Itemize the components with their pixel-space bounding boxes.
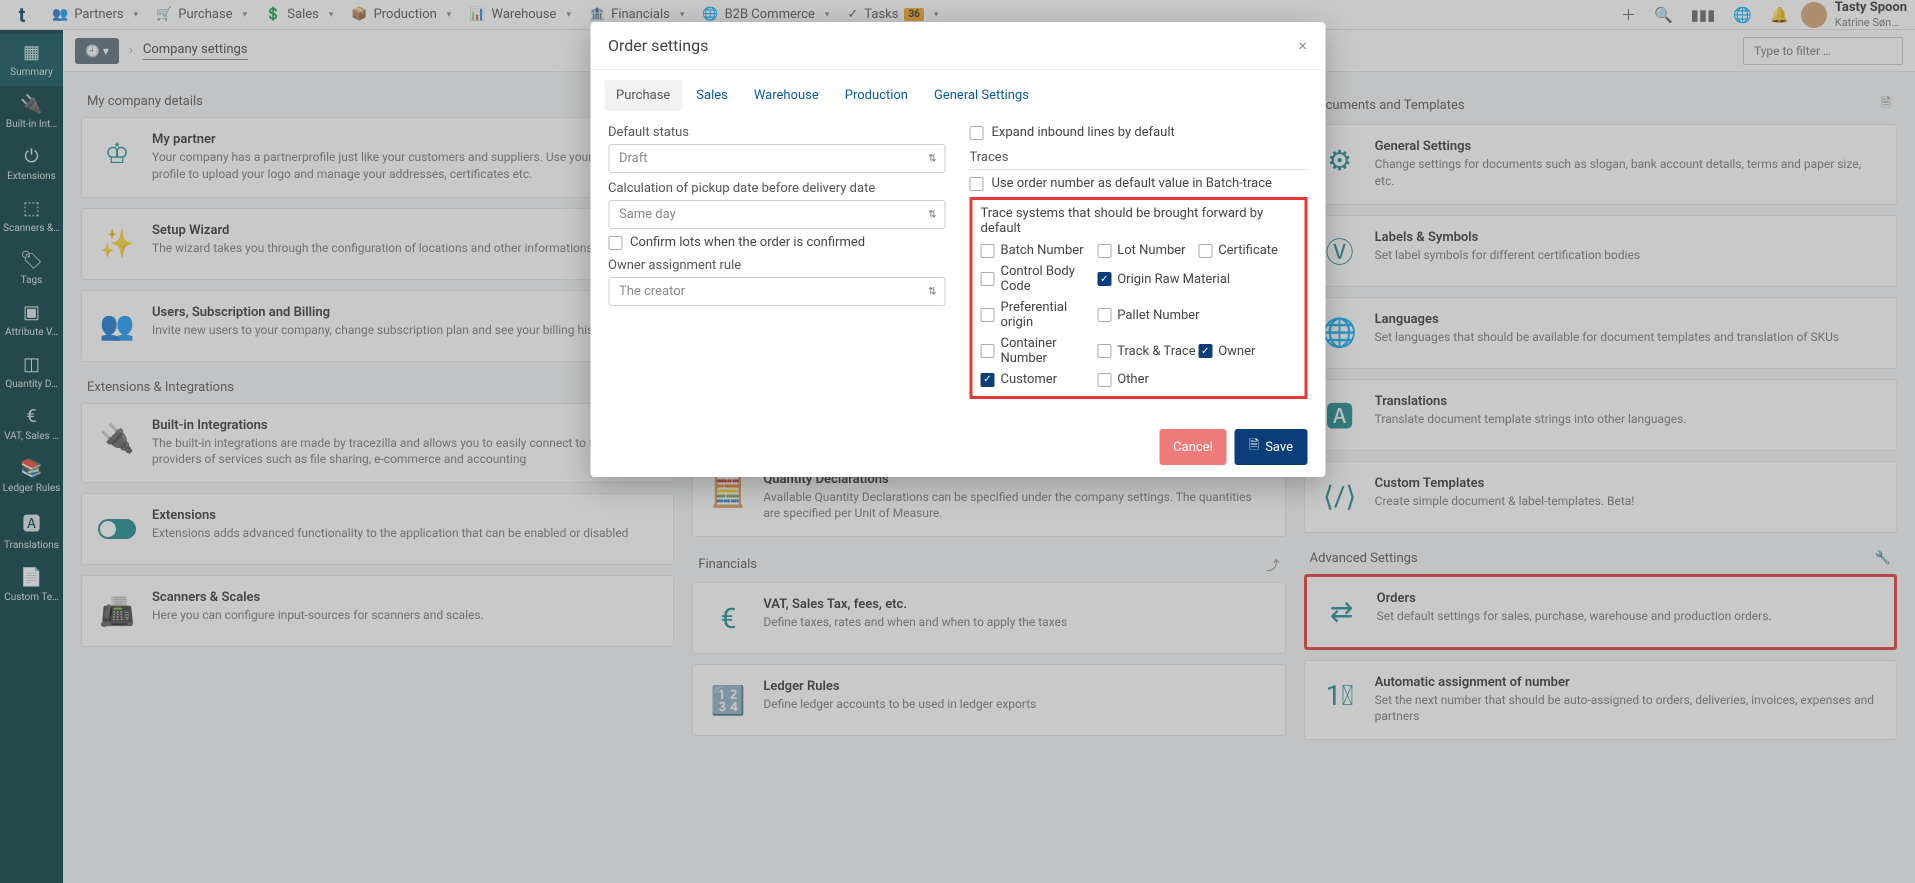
trace-checkbox-container-number[interactable]: Container Number bbox=[981, 336, 1098, 366]
trace-checkbox-customer[interactable]: ✓Customer bbox=[981, 372, 1098, 387]
trace-checkbox-owner[interactable]: ✓Owner bbox=[1198, 336, 1296, 366]
modal-tabs: Purchase Sales Warehouse Production Gene… bbox=[590, 70, 1325, 111]
cancel-button[interactable]: Cancel bbox=[1159, 429, 1227, 465]
modal-header: Order settings × bbox=[590, 22, 1325, 70]
trace-checkbox-control-body-code[interactable]: Control Body Code bbox=[981, 264, 1098, 294]
default-status-select[interactable]: Draft bbox=[608, 144, 946, 173]
tab-warehouse[interactable]: Warehouse bbox=[742, 80, 831, 111]
trace-forward-label: Trace systems that should be brought for… bbox=[981, 206, 1297, 236]
trace-checkbox-origin-raw-material[interactable]: ✓Origin Raw Material bbox=[1097, 264, 1296, 294]
owner-rule-label: Owner assignment rule bbox=[608, 258, 946, 273]
close-icon[interactable]: × bbox=[1298, 36, 1307, 55]
save-button[interactable]: 🗎 Save bbox=[1235, 429, 1307, 465]
calc-pickup-select[interactable]: Same day bbox=[608, 200, 946, 229]
tab-general[interactable]: General Settings bbox=[922, 80, 1041, 111]
trace-systems-box: Trace systems that should be brought for… bbox=[970, 197, 1308, 399]
trace-checkbox-preferential-origin[interactable]: Preferential origin bbox=[981, 300, 1098, 330]
expand-inbound-checkbox[interactable]: Expand inbound lines by default bbox=[970, 125, 1308, 140]
confirm-lots-checkbox[interactable]: Confirm lots when the order is confirmed bbox=[608, 235, 946, 250]
use-order-number-checkbox[interactable]: Use order number as default value in Bat… bbox=[970, 176, 1308, 191]
trace-checkbox-batch-number[interactable]: Batch Number bbox=[981, 243, 1098, 258]
modal-title: Order settings bbox=[608, 36, 708, 55]
calc-pickup-label: Calculation of pickup date before delive… bbox=[608, 181, 946, 196]
trace-checkbox-other[interactable]: Other bbox=[1097, 372, 1296, 387]
tab-production[interactable]: Production bbox=[833, 80, 920, 111]
trace-checkbox-track-trace[interactable]: Track & Trace bbox=[1097, 336, 1198, 366]
trace-checkbox-lot-number[interactable]: Lot Number bbox=[1097, 243, 1198, 258]
trace-checkbox-certificate[interactable]: Certificate bbox=[1198, 243, 1296, 258]
default-status-label: Default status bbox=[608, 125, 946, 140]
trace-checkbox-pallet-number[interactable]: Pallet Number bbox=[1097, 300, 1296, 330]
modal-footer: Cancel 🗎 Save bbox=[590, 417, 1325, 477]
traces-section-title: Traces bbox=[970, 150, 1308, 170]
order-settings-modal: Order settings × Purchase Sales Warehous… bbox=[590, 22, 1325, 477]
tab-sales[interactable]: Sales bbox=[684, 80, 740, 111]
tab-purchase[interactable]: Purchase bbox=[604, 80, 682, 111]
owner-rule-select[interactable]: The creator bbox=[608, 277, 946, 306]
